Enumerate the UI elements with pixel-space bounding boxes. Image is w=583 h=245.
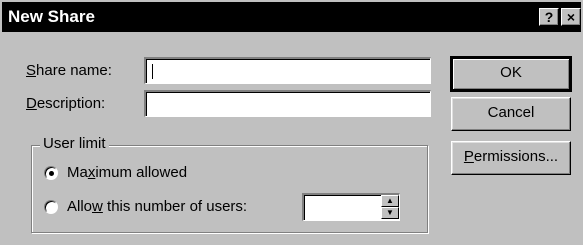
spin-down-icon[interactable]: ▼ (381, 207, 399, 219)
allow-number-radio[interactable] (44, 200, 58, 214)
help-button[interactable]: ? (539, 8, 559, 26)
new-share-dialog: New Share ? × Share name: Description: O… (0, 0, 583, 245)
cancel-button[interactable]: Cancel (451, 97, 571, 131)
spinner-buttons: ▲ ▼ (381, 195, 399, 220)
share-name-label: Share name: (26, 62, 112, 79)
allow-number-label: Allow this number of users: (67, 198, 248, 215)
ok-button[interactable]: OK (450, 56, 572, 92)
share-name-label-rest: hare name: (36, 62, 112, 79)
description-label-rest: escription: (36, 95, 106, 112)
title-bar[interactable]: New Share ? × (2, 2, 581, 32)
share-name-input[interactable] (144, 57, 431, 84)
description-input[interactable] (144, 90, 431, 117)
maximum-allowed-option[interactable]: Maximum allowed (44, 162, 187, 184)
spin-up-icon[interactable]: ▲ (381, 195, 399, 207)
permissions-button-rest: ermissions... (473, 148, 559, 165)
allow-number-option[interactable]: Allow this number of users: (44, 196, 247, 218)
description-label: Description: (26, 95, 106, 112)
close-button[interactable]: × (561, 8, 581, 26)
window-title: New Share (8, 7, 95, 26)
user-count-spinner[interactable]: ▲ ▼ (302, 193, 400, 221)
text-caret (152, 64, 153, 79)
user-limit-group-label: User limit (40, 134, 109, 154)
maximum-allowed-radio[interactable] (44, 166, 58, 180)
radio-selected-dot (49, 171, 54, 176)
permissions-button[interactable]: Permissions... (451, 141, 571, 175)
maximum-allowed-label: Maximum allowed (67, 164, 188, 181)
